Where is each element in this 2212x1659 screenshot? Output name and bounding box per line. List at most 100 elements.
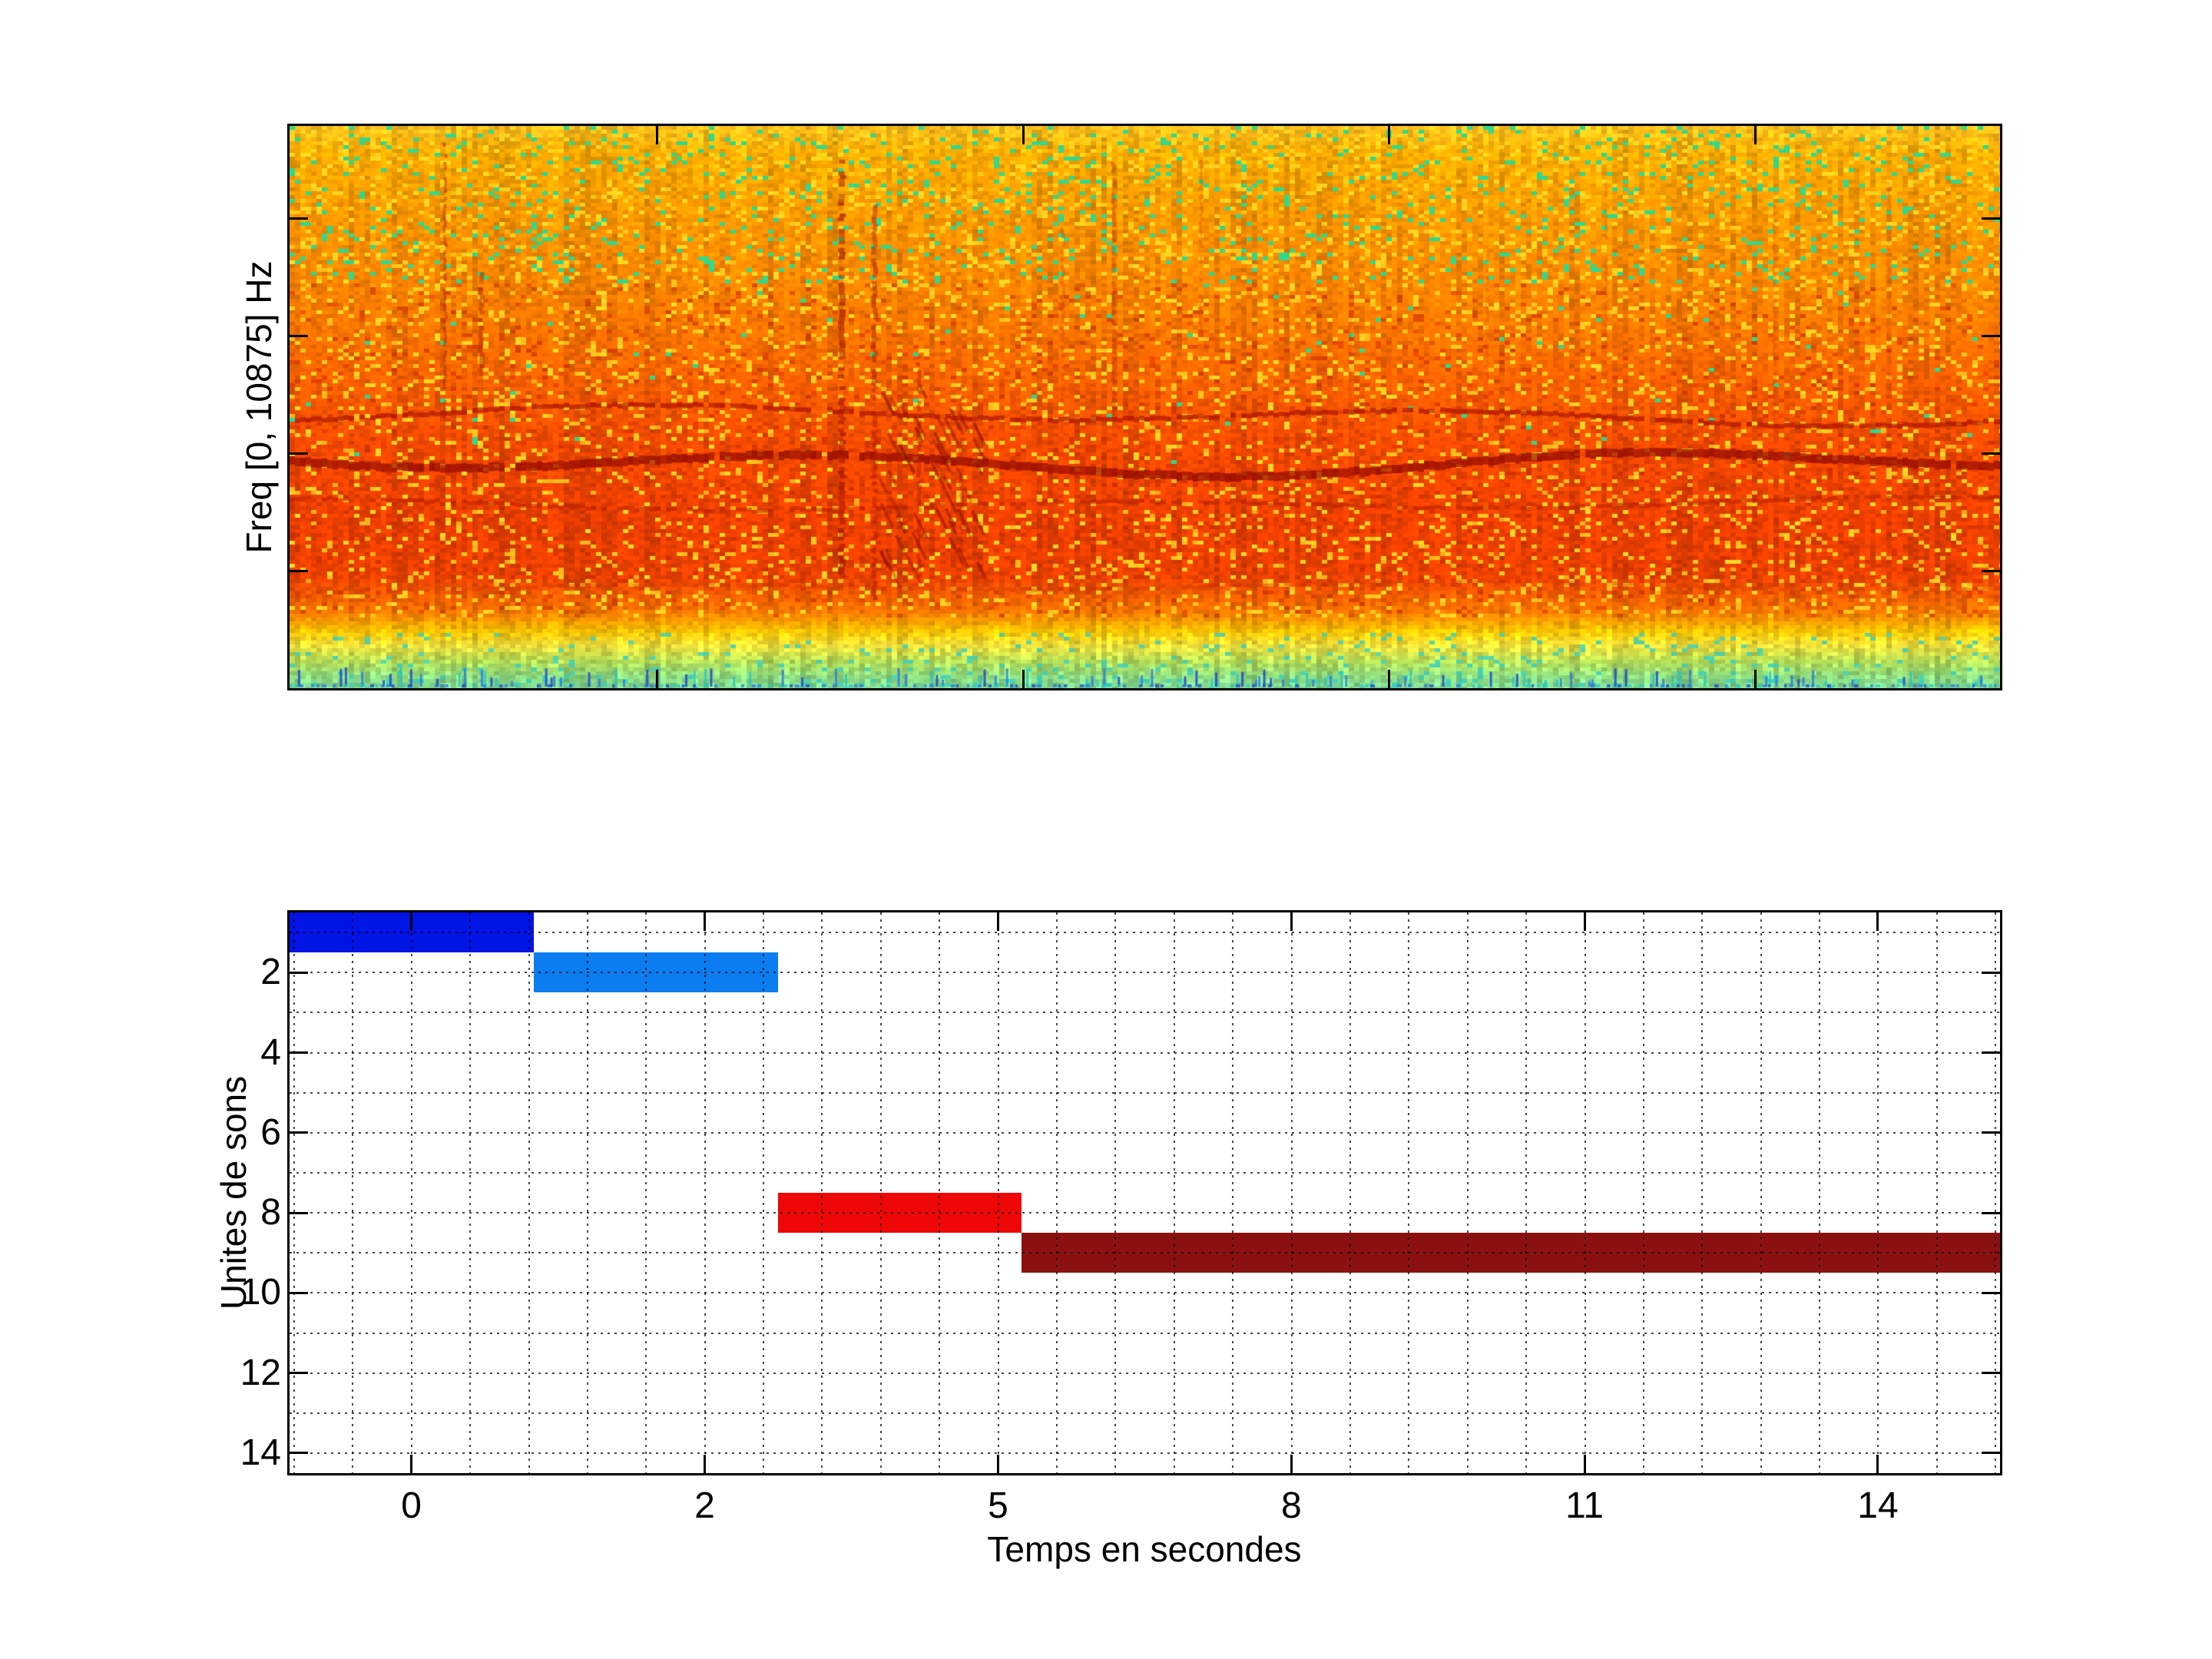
gantt-horizontal-gridline: [290, 1171, 2000, 1174]
gantt-x-tick-label: 0: [401, 1485, 422, 1526]
gantt-horizontal-gridline: [290, 1051, 2000, 1054]
spectrogram-y-tick-left: [290, 570, 308, 572]
gantt-x-tick-bottom: [1290, 1455, 1293, 1473]
gantt-x-tick-label: 8: [1280, 1485, 1302, 1526]
gantt-vertical-gridline: [352, 912, 354, 1473]
gantt-vertical-gridline: [879, 912, 882, 1473]
spectrogram-axes: [287, 124, 2002, 690]
spectrogram-image: [290, 126, 2000, 688]
gantt-horizontal-gridline: [290, 1412, 2000, 1414]
gantt-y-tick-left: [290, 1372, 308, 1374]
gantt-horizontal-gridline: [290, 1332, 2000, 1334]
gantt-y-tick-label: 10: [240, 1272, 281, 1313]
spectrogram-x-tick-bottom: [656, 670, 658, 688]
gantt-x-tick-top: [410, 912, 412, 931]
gantt-x-tick-label: 5: [988, 1485, 1008, 1526]
gantt-y-tick-label: 14: [240, 1432, 281, 1473]
gantt-vertical-gridline: [586, 912, 588, 1473]
gantt-vertical-gridline: [1936, 912, 1938, 1473]
gantt-y-tick-left: [290, 1452, 308, 1454]
gantt-vertical-gridline: [1819, 912, 1821, 1473]
spectrogram-y-tick-right: [1982, 335, 2000, 337]
gantt-vertical-gridline: [1114, 912, 1117, 1473]
gantt-vertical-gridline: [645, 912, 647, 1473]
gantt-x-tick-label: 2: [694, 1485, 715, 1526]
gantt-y-tick-right: [1982, 1372, 2000, 1374]
figure-window: { "figure": { "width": 2880, "height": 2…: [0, 0, 2212, 1659]
gantt-vertical-gridline: [1525, 912, 1528, 1473]
gantt-y-tick-left: [290, 1212, 308, 1214]
gantt-y-tick-label: 12: [240, 1352, 281, 1393]
gantt-vertical-gridline: [939, 912, 941, 1473]
gantt-axes: [287, 910, 2002, 1475]
spectrogram-y-tick-left: [290, 335, 308, 337]
gantt-horizontal-gridline: [290, 972, 2000, 974]
spectrogram-y-tick-right: [1982, 217, 2000, 220]
gantt-y-tick-left: [290, 1051, 308, 1054]
gantt-horizontal-gridline: [290, 1452, 2000, 1454]
gantt-horizontal-gridline: [290, 1372, 2000, 1374]
spectrogram-y-axis-label: Freq [0, 10875] Hz: [239, 260, 279, 554]
spectrogram-x-tick-bottom: [1022, 670, 1025, 688]
gantt-x-tick-top: [704, 912, 706, 931]
gantt-horizontal-gridline: [290, 1212, 2000, 1214]
gantt-x-tick-top: [997, 912, 999, 931]
gantt-vertical-gridline: [528, 912, 530, 1473]
gantt-vertical-gridline: [997, 912, 999, 1473]
gantt-y-tick-right: [1982, 1051, 2000, 1054]
gantt-x-tick-label: 14: [1857, 1485, 1899, 1526]
gantt-y-tick-left: [290, 972, 308, 974]
gantt-vertical-gridline: [704, 912, 706, 1473]
gantt-vertical-gridline: [1056, 912, 1058, 1473]
gantt-x-tick-bottom: [1584, 1455, 1586, 1473]
gantt-x-tick-bottom: [1876, 1455, 1879, 1473]
gantt-x-tick-label: 11: [1565, 1485, 1604, 1526]
gantt-vertical-gridline: [1642, 912, 1644, 1473]
gantt-vertical-gridline: [1701, 912, 1704, 1473]
spectrogram-x-tick-bottom: [1388, 670, 1390, 688]
gantt-vertical-gridline: [469, 912, 472, 1473]
gantt-x-axis-label: Temps en secondes: [987, 1529, 1302, 1569]
gantt-y-tick-right: [1982, 972, 2000, 974]
gantt-x-tick-bottom: [410, 1455, 412, 1473]
spectrogram-x-tick-top: [656, 126, 658, 144]
gantt-vertical-gridline: [1349, 912, 1351, 1473]
gantt-y-tick-label: 4: [260, 1031, 281, 1073]
gantt-y-tick-label: 6: [260, 1111, 281, 1153]
gantt-vertical-gridline: [1584, 912, 1586, 1473]
gantt-horizontal-gridline: [290, 1091, 2000, 1094]
spectrogram-x-tick-top: [1388, 126, 1390, 144]
gantt-vertical-gridline: [1877, 912, 1879, 1473]
gantt-horizontal-gridline: [290, 1292, 2000, 1294]
gantt-x-tick-bottom: [997, 1455, 999, 1473]
spectrogram-y-tick-right: [1982, 570, 2000, 572]
gantt-vertical-gridline: [1408, 912, 1410, 1473]
gantt-vertical-gridline: [763, 912, 765, 1473]
spectrogram-x-tick-bottom: [1754, 670, 1757, 688]
gantt-x-tick-top: [1584, 912, 1586, 931]
spectrogram-x-tick-top: [1022, 126, 1025, 144]
gantt-x-tick-bottom: [704, 1455, 706, 1473]
gantt-horizontal-gridline: [290, 1252, 2000, 1254]
gantt-y-tick-right: [1982, 1212, 2000, 1214]
spectrogram-y-tick-right: [1982, 452, 2000, 455]
gantt-y-tick-label: 8: [260, 1192, 281, 1233]
gantt-x-tick-top: [1876, 912, 1879, 931]
gantt-horizontal-gridline: [290, 1012, 2000, 1014]
gantt-vertical-gridline: [821, 912, 823, 1473]
gantt-y-tick-right: [1982, 1452, 2000, 1454]
gantt-vertical-gridline: [1466, 912, 1469, 1473]
spectrogram-y-tick-left: [290, 452, 308, 455]
gantt-horizontal-gridline: [290, 1131, 2000, 1134]
gantt-vertical-gridline: [1290, 912, 1293, 1473]
gantt-vertical-gridline: [293, 912, 295, 1473]
gantt-vertical-gridline: [1232, 912, 1234, 1473]
spectrogram-y-tick-left: [290, 217, 308, 220]
gantt-horizontal-gridline: [290, 932, 2000, 934]
gantt-y-tick-right: [1982, 1131, 2000, 1134]
gantt-x-tick-top: [1290, 912, 1293, 931]
gantt-y-tick-label: 2: [260, 952, 281, 993]
gantt-vertical-gridline: [410, 912, 412, 1473]
gantt-y-tick-left: [290, 1131, 308, 1134]
gantt-vertical-gridline: [1173, 912, 1175, 1473]
